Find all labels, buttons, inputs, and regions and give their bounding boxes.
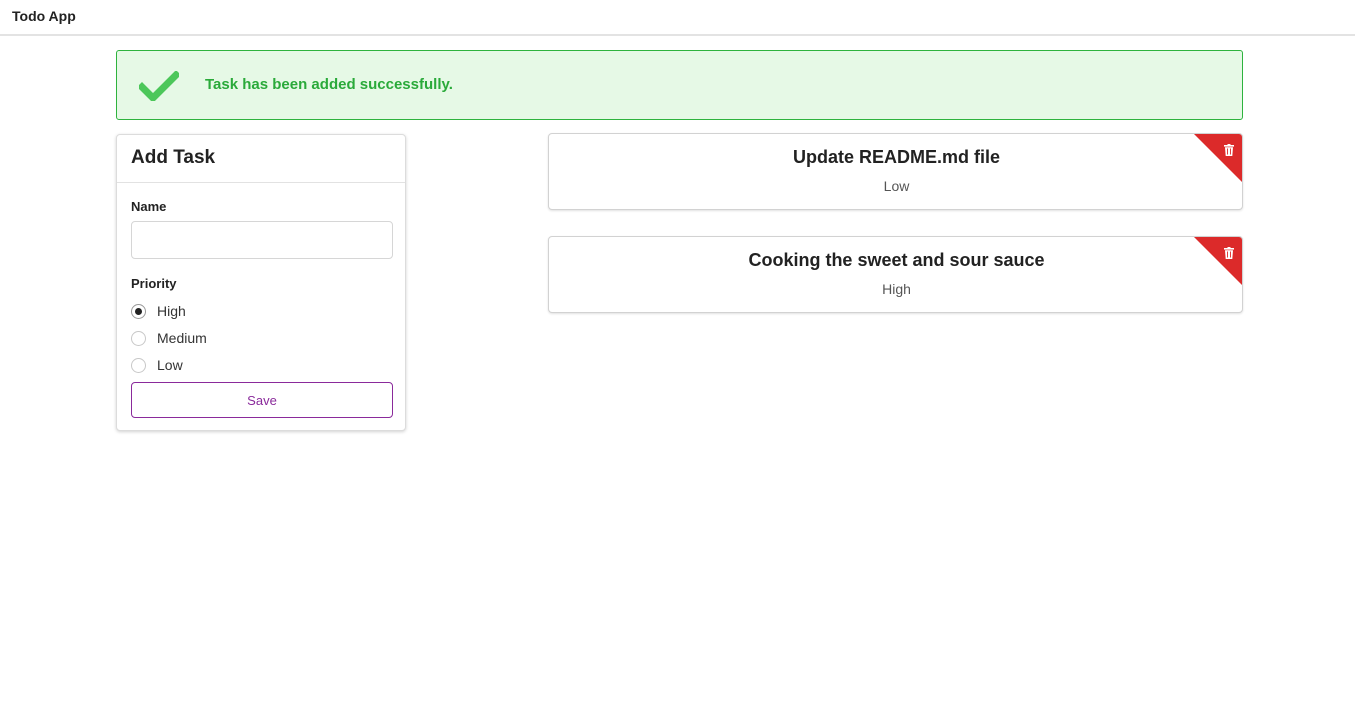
priority-option-high[interactable]: High — [131, 302, 186, 320]
name-label: Name — [131, 199, 167, 214]
trash-icon[interactable] — [1224, 144, 1234, 156]
save-button[interactable]: Save — [131, 382, 393, 418]
task-priority: High — [882, 281, 911, 297]
task-title: Update README.md file — [792, 147, 1001, 167]
add-task-card: Add Task Name Priority High Medium Low S… — [116, 134, 406, 431]
app-title[interactable]: Todo App — [12, 8, 76, 24]
delete-corner-shape — [1194, 134, 1242, 182]
radio-label-low: Low — [157, 357, 183, 373]
success-alert: Task has been added successfully. — [116, 50, 1243, 120]
alert-message: Task has been added successfully. — [205, 76, 453, 93]
delete-task-button[interactable] — [1194, 237, 1242, 285]
task-priority: Low — [883, 178, 910, 194]
card-title: Add Task — [117, 135, 405, 183]
top-navbar: Todo App — [0, 0, 1355, 36]
trash-icon[interactable] — [1224, 247, 1234, 259]
name-input[interactable] — [131, 221, 393, 259]
check-icon — [139, 71, 179, 101]
radio-medium[interactable] — [131, 330, 146, 346]
radio-low[interactable] — [131, 357, 146, 373]
radio-high[interactable] — [131, 303, 146, 319]
delete-corner-shape — [1194, 237, 1242, 285]
radio-label-medium: Medium — [157, 330, 207, 346]
radio-label-high: High — [157, 303, 186, 319]
priority-option-low[interactable]: Low — [131, 356, 183, 374]
priority-label: Priority — [131, 276, 177, 291]
priority-option-medium[interactable]: Medium — [131, 329, 207, 347]
task-card: Cooking the sweet and sour sauce High — [548, 236, 1243, 313]
task-title: Cooking the sweet and sour sauce — [748, 250, 1045, 270]
delete-task-button[interactable] — [1194, 134, 1242, 182]
task-card: Update README.md file Low — [548, 133, 1243, 210]
